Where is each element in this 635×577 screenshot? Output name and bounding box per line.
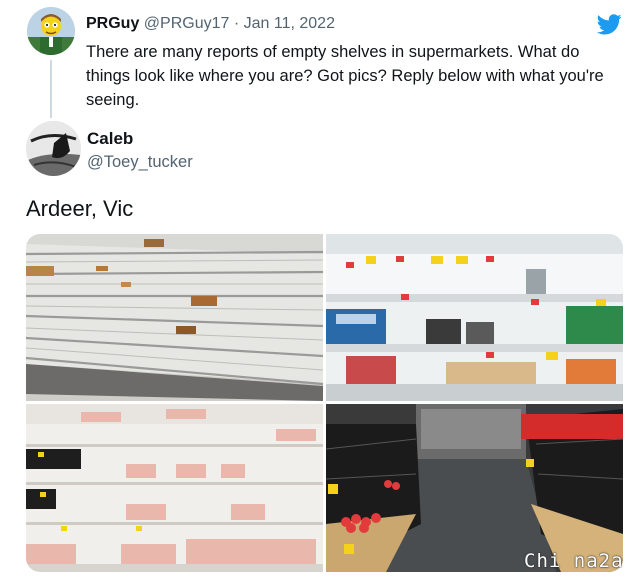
watermark-text: Chi na2a (524, 550, 624, 572)
parent-display-name[interactable]: PRGuy (86, 15, 139, 32)
photo-grid (26, 234, 623, 572)
tweet-card: PRGuy @PRGuy17 · Jan 11, 2022 There are … (0, 0, 635, 577)
parent-handle[interactable]: @PRGuy17 (144, 15, 230, 32)
parent-tweet-text: There are many reports of empty shelves … (86, 43, 604, 109)
thread-connector-line (50, 60, 52, 118)
reply-tweet-text: Ardeer, Vic (26, 196, 134, 221)
photo-meat-fridge-shelves[interactable] (26, 404, 323, 572)
prguy-avatar[interactable] (27, 7, 75, 55)
reply-display-name[interactable]: Caleb (87, 129, 133, 149)
reply-handle[interactable]: @Toey_tucker (87, 153, 193, 172)
meta-separator: · (233, 15, 240, 32)
parent-date[interactable]: Jan 11, 2022 (244, 15, 335, 32)
photo-empty-bread-shelves[interactable] (26, 234, 323, 401)
caleb-avatar[interactable] (26, 121, 81, 176)
photo-empty-grocery-shelves[interactable] (326, 234, 623, 401)
photo-empty-produce-bins[interactable] (326, 404, 623, 572)
twitter-bird-icon[interactable] (596, 14, 622, 35)
parent-tweet-header: PRGuy @PRGuy17 · Jan 11, 2022 (86, 15, 335, 33)
